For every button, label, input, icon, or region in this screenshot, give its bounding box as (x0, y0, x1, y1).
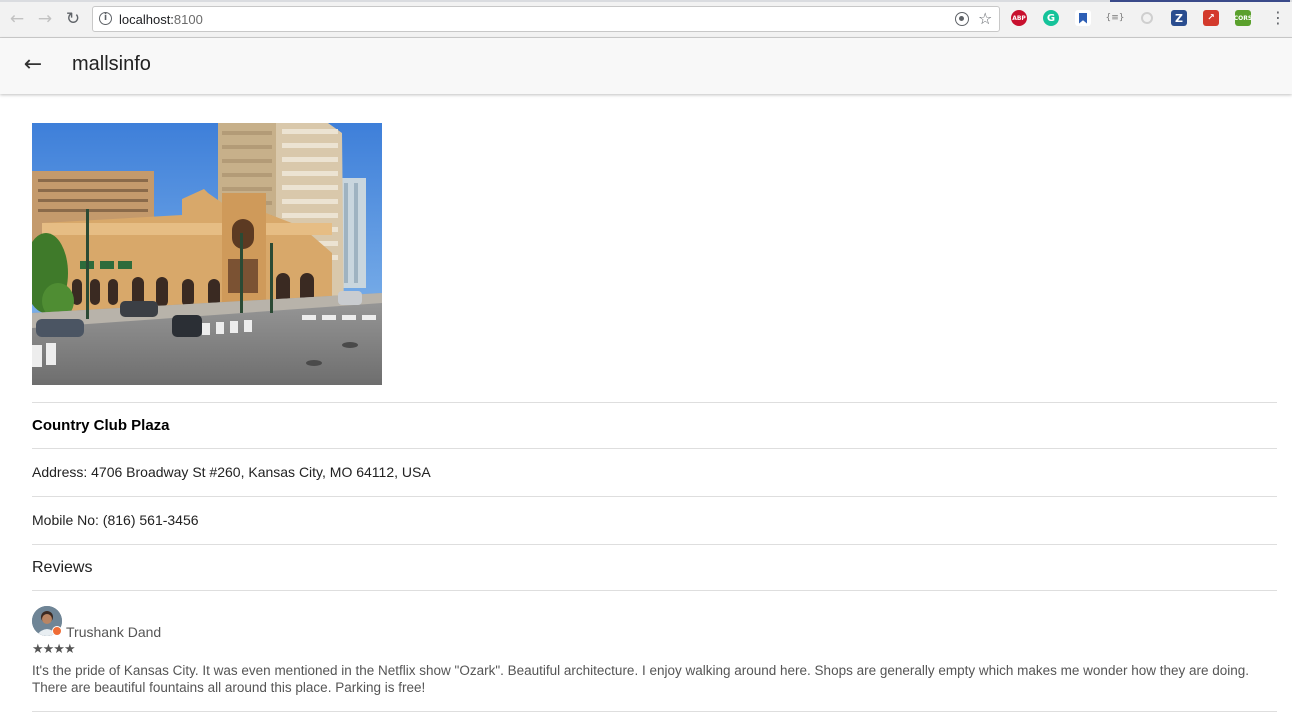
reload-icon[interactable]: ↻ (62, 8, 84, 30)
cors-icon[interactable]: CORS (1234, 10, 1252, 26)
reviewer-name: Trushank Dand (66, 624, 162, 640)
mall-address: Address: 4706 Broadway St #260, Kansas C… (32, 464, 431, 480)
local-guide-badge-icon (52, 626, 62, 636)
page-title: mallsinfo (72, 53, 151, 75)
location-icon[interactable] (955, 12, 969, 26)
reviews-header-row: Reviews (32, 544, 1277, 590)
tab-strip-edge (0, 0, 1292, 2)
app-header: ← mallsinfo (0, 38, 1292, 94)
mall-image (32, 123, 382, 385)
url-text[interactable]: localhost:8100 (119, 12, 203, 27)
reviews-heading: Reviews (32, 559, 93, 576)
mobile-row: Mobile No: (816) 561-3456 (32, 496, 1277, 544)
browser-back-icon[interactable]: ← (6, 8, 28, 30)
mall-name-row: Country Club Plaza (32, 402, 1277, 448)
address-bar[interactable]: i localhost:8100 ☆ (92, 6, 1000, 32)
browser-toolbar: ← → ↻ i localhost:8100 ☆ ABP G {≡} Z ↗ C… (0, 0, 1292, 38)
ghostery-icon[interactable] (1139, 10, 1155, 26)
mall-mobile: Mobile No: (816) 561-3456 (32, 512, 199, 528)
review-text: It's the pride of Kansas City. It was ev… (32, 663, 1250, 695)
mall-name: Country Club Plaza (32, 417, 170, 434)
browser-forward-icon[interactable]: → (34, 8, 56, 30)
bookmark-star-icon[interactable]: ☆ (978, 9, 992, 28)
back-arrow-icon[interactable]: ← (20, 52, 46, 78)
review-item: Trushank Dand ★★★★ It's the pride of Kan… (32, 590, 1277, 712)
bookmark-extension-icon[interactable] (1075, 10, 1091, 26)
rating-stars: ★★★★ (32, 642, 76, 657)
zotero-icon[interactable]: Z (1171, 10, 1187, 26)
browser-menu-icon[interactable]: ⋮ (1270, 8, 1286, 30)
json-viewer-icon[interactable]: {≡} (1106, 10, 1125, 26)
adblock-plus-icon[interactable]: ABP (1011, 10, 1027, 26)
address-row: Address: 4706 Broadway St #260, Kansas C… (32, 448, 1277, 496)
grammarly-icon[interactable]: G (1043, 10, 1059, 26)
red-extension-icon[interactable]: ↗ (1203, 10, 1219, 26)
site-info-icon[interactable]: i (99, 12, 112, 25)
